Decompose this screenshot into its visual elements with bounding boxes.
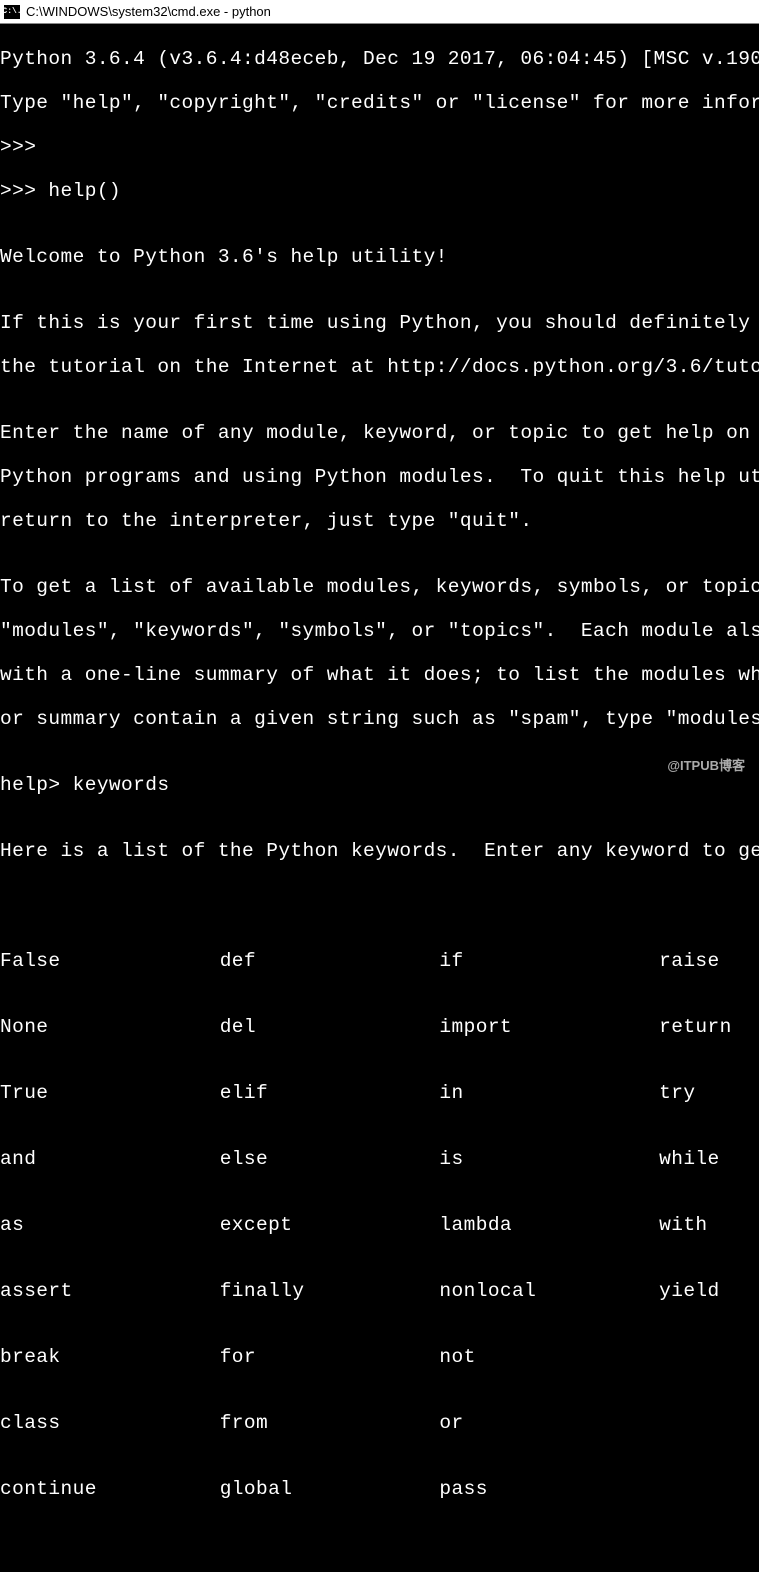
keyword-item: import [439, 1016, 659, 1038]
keywords-col-3: if import in is lambda nonlocal not or p… [439, 906, 659, 1544]
keyword-item: class [0, 1412, 220, 1434]
window-titlebar[interactable]: C:\. C:\WINDOWS\system32\cmd.exe - pytho… [0, 0, 759, 24]
keywords-intro: Here is a list of the Python keywords. E… [0, 840, 759, 862]
help-prompt-keywords: help> keywords [0, 774, 759, 796]
keyword-item: raise [659, 950, 759, 972]
help-welcome: Welcome to Python 3.6's help utility! [0, 246, 759, 268]
help-para3-line1: To get a list of available modules, keyw… [0, 576, 759, 598]
repl-prompt: >>> [0, 136, 759, 158]
keywords-col-4: raise return try while with yield [659, 906, 759, 1544]
help-para1-line1: If this is your first time using Python,… [0, 312, 759, 334]
keyword-item: nonlocal [439, 1280, 659, 1302]
keyword-item: global [220, 1478, 440, 1500]
keywords-col-2: def del elif else except finally for fro… [220, 906, 440, 1544]
terminal-output[interactable]: Python 3.6.4 (v3.6.4:d48eceb, Dec 19 201… [0, 24, 759, 1572]
keyword-item: try [659, 1082, 759, 1104]
keyword-item: assert [0, 1280, 220, 1302]
help-para3-line3: with a one-line summary of what it does;… [0, 664, 759, 686]
keyword-item: del [220, 1016, 440, 1038]
keyword-item: False [0, 950, 220, 972]
repl-prompt-help-call: >>> help() [0, 180, 759, 202]
python-version-line: Python 3.6.4 (v3.6.4:d48eceb, Dec 19 201… [0, 48, 759, 70]
keyword-item: and [0, 1148, 220, 1170]
help-para1-line2: the tutorial on the Internet at http://d… [0, 356, 759, 378]
keyword-item: from [220, 1412, 440, 1434]
keyword-item: elif [220, 1082, 440, 1104]
keyword-item: True [0, 1082, 220, 1104]
keyword-item: if [439, 950, 659, 972]
keyword-item: pass [439, 1478, 659, 1500]
cmd-icon-text: C:\. [2, 8, 21, 16]
help-para2-line1: Enter the name of any module, keyword, o… [0, 422, 759, 444]
keyword-item: finally [220, 1280, 440, 1302]
keyword-item: def [220, 950, 440, 972]
keyword-item: while [659, 1148, 759, 1170]
keyword-item: except [220, 1214, 440, 1236]
keyword-item: is [439, 1148, 659, 1170]
keyword-item: continue [0, 1478, 220, 1500]
help-para3-line4: or summary contain a given string such a… [0, 708, 759, 730]
help-para2-line2: Python programs and using Python modules… [0, 466, 759, 488]
window-title: C:\WINDOWS\system32\cmd.exe - python [26, 4, 271, 19]
keyword-item: with [659, 1214, 759, 1236]
keyword-item: not [439, 1346, 659, 1368]
keyword-item: yield [659, 1280, 759, 1302]
python-help-hint: Type "help", "copyright", "credits" or "… [0, 92, 759, 114]
watermark: @ITPUB博客 [667, 755, 745, 774]
help-para2-line3: return to the interpreter, just type "qu… [0, 510, 759, 532]
keyword-item: break [0, 1346, 220, 1368]
keyword-item: else [220, 1148, 440, 1170]
keyword-item: for [220, 1346, 440, 1368]
keywords-table: False None True and as assert break clas… [0, 906, 759, 1544]
keyword-item: as [0, 1214, 220, 1236]
keyword-item: return [659, 1016, 759, 1038]
keywords-col-1: False None True and as assert break clas… [0, 906, 220, 1544]
keyword-item: in [439, 1082, 659, 1104]
cmd-icon: C:\. [4, 5, 20, 19]
keyword-item: or [439, 1412, 659, 1434]
keyword-item: None [0, 1016, 220, 1038]
keyword-item: lambda [439, 1214, 659, 1236]
help-para3-line2: "modules", "keywords", "symbols", or "to… [0, 620, 759, 642]
